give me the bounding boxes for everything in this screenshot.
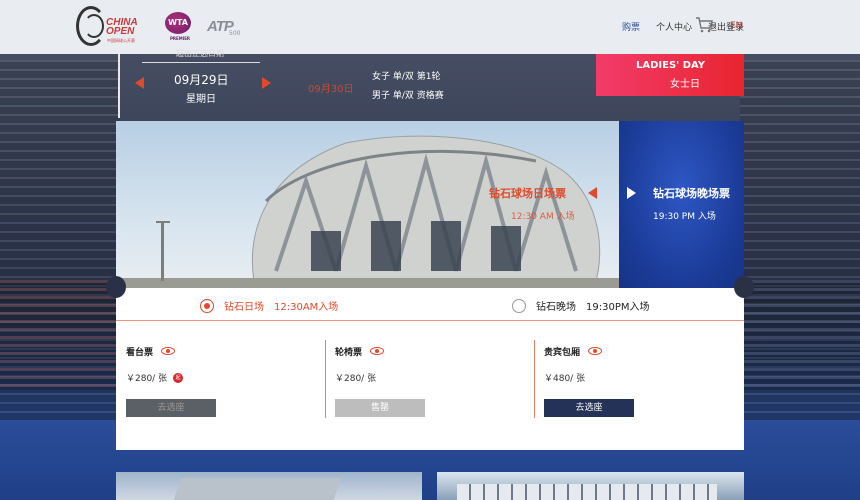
ticket-name: 贵宾包厢 <box>544 348 581 358</box>
radio-day[interactable] <box>200 298 214 313</box>
strip-left-line <box>118 54 120 118</box>
event-line-2: 男子 单/双 资格赛 <box>372 91 444 101</box>
ticket-separator <box>534 340 535 418</box>
night-play-arrow-icon <box>627 187 636 199</box>
china-open-logo[interactable]: CHINA OPEN 中国网球公开赛 <box>76 6 146 48</box>
ticket-panel: 钻石日场 12:30AM入场 钻石晚场 19:30PM入场 看台票 ￥280/ … <box>106 276 754 450</box>
ladies-day-cn: 女士日 <box>670 79 700 90</box>
seats-left <box>0 280 116 390</box>
stadium-illustration <box>116 135 619 288</box>
china-open-subtitle: 中国网球公开赛 <box>107 38 135 43</box>
ticket-price: ￥280/ 张 <box>126 374 168 384</box>
thumb-building <box>457 484 717 500</box>
strip-cut-label: 超出正选日期 <box>176 49 224 58</box>
prev-date-arrow-icon[interactable] <box>135 77 144 89</box>
wta-mark: WTA <box>165 12 191 34</box>
session-day-name: 钻石日场 <box>224 302 264 313</box>
session-divider <box>116 320 744 321</box>
ticket-price: ￥280/ 张 <box>335 374 377 384</box>
ticket-price-row: ￥480/ 张 <box>544 371 734 384</box>
sold-out-button[interactable]: 售罄 <box>335 399 425 417</box>
seats-right <box>744 280 860 390</box>
ticket-price-row: ￥280/ 张 起 <box>126 371 316 384</box>
thumb-building <box>170 478 342 500</box>
session-option-night[interactable]: 钻石晚场 19:30PM入场 <box>512 298 649 313</box>
night-ticket-time: 19:30 PM 入场 <box>653 212 716 222</box>
top-header: CHINA OPEN 中国网球公开赛 WTA PREMIER ATP 500 购… <box>0 0 860 54</box>
crane-arm <box>156 221 170 223</box>
venue-thumbnail-1[interactable] <box>116 472 422 500</box>
day-ticket-title: 钻石球场日场票 <box>489 187 566 200</box>
cart-icon[interactable] <box>695 17 713 33</box>
choose-seat-button[interactable]: 去选座 <box>544 399 634 417</box>
session-option-day[interactable]: 钻石日场 12:30AM入场 <box>200 298 338 313</box>
choose-seat-button[interactable]: 去选座 <box>126 399 216 417</box>
session-night-name: 钻石晚场 <box>536 302 576 313</box>
main-nav: 购票 个人中心 退出登录 <box>622 20 744 33</box>
date-underline <box>142 62 260 63</box>
night-ticket-title: 钻石球场晚场票 <box>653 187 730 200</box>
ticket-notch-right <box>734 276 754 298</box>
from-badge: 起 <box>173 372 184 383</box>
ladies-day-banner: LADIES' DAY 女士日 <box>596 54 744 96</box>
next-date-label[interactable]: 09月30日 <box>308 80 353 95</box>
nav-buy-tickets[interactable]: 购票 <box>622 20 640 33</box>
eye-icon[interactable] <box>588 346 603 355</box>
wta-logo: WTA PREMIER <box>165 12 195 44</box>
stadium-photo: 钻石球场日场票 12:30 AM 入场 <box>116 121 619 288</box>
next-date-arrow-icon[interactable] <box>262 77 271 89</box>
selected-date: 09月29日 <box>174 73 229 87</box>
ticket-card-vip-box: 贵宾包厢 ￥480/ 张 去选座 <box>534 340 734 424</box>
ticket-separator <box>325 340 326 418</box>
eye-icon[interactable] <box>370 346 385 355</box>
wta-premier: PREMIER <box>169 36 191 41</box>
china-open-wordmark: CHINA OPEN <box>106 17 138 37</box>
ticket-name: 看台票 <box>126 348 154 358</box>
crane-mast <box>161 221 164 281</box>
eye-icon[interactable] <box>161 346 176 355</box>
ticket-card-stand: 看台票 ￥280/ 张 起 去选座 <box>126 340 316 424</box>
day-ticket-arrow-icon[interactable] <box>588 187 597 199</box>
ticket-notch-left <box>106 276 126 298</box>
session-day-time: 12:30AM入场 <box>274 302 339 313</box>
ladies-day-en: LADIES' DAY <box>636 60 706 71</box>
ticket-name: 轮椅票 <box>335 348 363 358</box>
atp-logo: ATP 500 <box>207 16 240 37</box>
ticket-card-wheelchair: 轮椅票 ￥280/ 张 售罄 <box>325 340 525 424</box>
ticket-price: ￥480/ 张 <box>544 374 586 384</box>
atp-500: 500 <box>229 30 241 37</box>
event-line-1: 女子 单/双 第1轮 <box>372 72 441 82</box>
ticket-price-row: ￥280/ 张 <box>335 371 525 384</box>
radio-night[interactable] <box>512 298 526 313</box>
night-session-card[interactable]: 钻石球场晚场票 19:30 PM 入场 <box>619 121 744 288</box>
nav-personal-center[interactable]: 个人中心 <box>656 20 692 33</box>
selected-weekday: 星期日 <box>186 94 216 105</box>
venue-thumbnail-2[interactable] <box>437 472 744 500</box>
day-ticket-time: 12:30 AM 入场 <box>511 212 575 222</box>
session-night-time: 19:30PM入场 <box>586 302 650 313</box>
china-open-s-inner <box>84 14 104 38</box>
language-switch[interactable]: EN <box>730 21 742 31</box>
